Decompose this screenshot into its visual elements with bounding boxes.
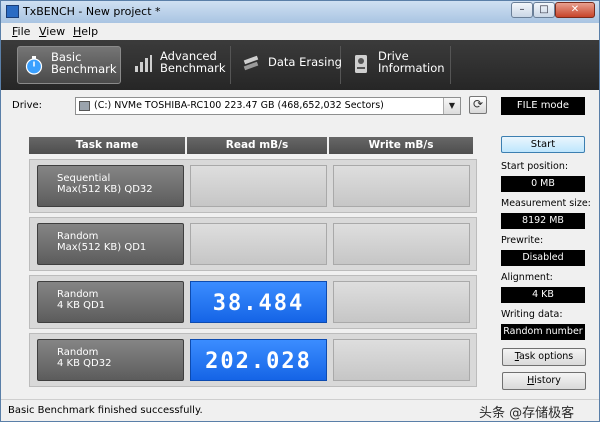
- drive-label: Drive:: [12, 100, 43, 111]
- write-result-cell: [333, 281, 470, 323]
- task-name-line2: Max(512 KB) QD32: [57, 184, 153, 195]
- watermark-text: 头条 @存储极客: [479, 406, 575, 421]
- tab-drive-information[interactable]: Drive Information: [345, 46, 451, 84]
- status-message: Basic Benchmark finished successfully.: [8, 405, 203, 416]
- drive-selected-value: (C:) NVMe TOSHIBA-RC100 223.47 GB (468,6…: [94, 100, 384, 111]
- read-result-cell: [190, 223, 327, 265]
- task-name-line1: Random: [57, 347, 99, 358]
- write-result-cell: [333, 339, 470, 381]
- task-button-random-4kb-qd32[interactable]: Random 4 KB QD32: [37, 339, 184, 381]
- task-name-line1: Random: [57, 289, 99, 300]
- file-mode-indicator: FILE mode: [501, 97, 585, 115]
- measurement-size-label: Measurement size:: [501, 198, 591, 209]
- tab-data-erasing[interactable]: Data Erasing: [235, 46, 342, 84]
- menu-help[interactable]: Help: [73, 25, 98, 38]
- table-row: Sequential Max(512 KB) QD32: [29, 159, 477, 213]
- app-icon: [6, 5, 19, 18]
- column-header-write: Write mB/s: [329, 137, 473, 154]
- start-position-label: Start position:: [501, 161, 569, 172]
- read-result-cell: 202.028: [190, 339, 327, 381]
- tab-drive-information-label: Drive Information: [378, 49, 445, 75]
- drive-select[interactable]: (C:) NVMe TOSHIBA-RC100 223.47 GB (468,6…: [75, 97, 461, 115]
- task-options-button[interactable]: Task options: [502, 348, 586, 366]
- column-header-read: Read mB/s: [187, 137, 327, 154]
- write-result-cell: [333, 223, 470, 265]
- app-window: TxBENCH - New project * – □ ✕ File View …: [0, 0, 600, 422]
- prewrite-value[interactable]: Disabled: [501, 250, 585, 266]
- tab-basic-benchmark[interactable]: Basic Benchmark: [17, 46, 121, 84]
- menu-bar: File View Help: [1, 23, 599, 40]
- toolbar: Basic Benchmark Advanced Benchmark Data …: [1, 40, 599, 90]
- history-button[interactable]: History: [502, 372, 586, 390]
- read-result-cell: 38.484: [190, 281, 327, 323]
- task-button-sequential-qd32[interactable]: Sequential Max(512 KB) QD32: [37, 165, 184, 207]
- status-bar: Basic Benchmark finished successfully. 头…: [1, 399, 599, 421]
- drive-info-icon: [355, 55, 367, 73]
- task-name-line1: Random: [57, 231, 99, 242]
- window-title: TxBENCH - New project *: [23, 5, 161, 18]
- minimize-button[interactable]: –: [511, 2, 533, 18]
- tab-advanced-benchmark-label: Advanced Benchmark: [160, 49, 226, 75]
- alignment-label: Alignment:: [501, 272, 553, 283]
- bar-chart-icon: [135, 55, 152, 72]
- task-button-random-512kb-qd1[interactable]: Random Max(512 KB) QD1: [37, 223, 184, 265]
- prewrite-label: Prewrite:: [501, 235, 544, 246]
- task-name-line1: Sequential: [57, 173, 111, 184]
- stopwatch-icon: [25, 56, 43, 75]
- task-name-line2: Max(512 KB) QD1: [57, 242, 147, 253]
- table-row: Random 4 KB QD1 38.484: [29, 275, 477, 329]
- tab-advanced-benchmark[interactable]: Advanced Benchmark: [127, 46, 231, 84]
- tab-data-erasing-label: Data Erasing: [268, 55, 342, 69]
- eraser-icon: [243, 55, 259, 71]
- chevron-down-icon[interactable]: ▼: [443, 98, 460, 114]
- task-button-random-4kb-qd1[interactable]: Random 4 KB QD1: [37, 281, 184, 323]
- menu-view[interactable]: View: [39, 25, 65, 38]
- alignment-value[interactable]: 4 KB: [501, 287, 585, 303]
- table-row: Random Max(512 KB) QD1: [29, 217, 477, 271]
- menu-file[interactable]: File: [12, 25, 30, 38]
- title-bar[interactable]: TxBENCH - New project * – □ ✕: [1, 1, 599, 23]
- hard-drive-icon: [79, 101, 90, 111]
- refresh-drives-button[interactable]: ⟳: [469, 96, 487, 114]
- tab-basic-benchmark-label: Basic Benchmark: [51, 50, 117, 76]
- maximize-button[interactable]: □: [533, 2, 555, 18]
- table-row: Random 4 KB QD32 202.028: [29, 333, 477, 387]
- task-name-line2: 4 KB QD32: [57, 358, 112, 369]
- writing-data-value[interactable]: Random number: [501, 324, 585, 340]
- read-value: 202.028: [205, 349, 312, 374]
- start-position-value[interactable]: 0 MB: [501, 176, 585, 192]
- measurement-size-value[interactable]: 8192 MB: [501, 213, 585, 229]
- start-button[interactable]: Start: [501, 136, 585, 153]
- write-result-cell: [333, 165, 470, 207]
- writing-data-label: Writing data:: [501, 309, 563, 320]
- read-value: 38.484: [212, 291, 305, 316]
- task-name-line2: 4 KB QD1: [57, 300, 106, 311]
- refresh-icon: ⟳: [472, 97, 484, 111]
- read-result-cell: [190, 165, 327, 207]
- column-header-task: Task name: [29, 137, 185, 154]
- close-button[interactable]: ✕: [555, 2, 595, 18]
